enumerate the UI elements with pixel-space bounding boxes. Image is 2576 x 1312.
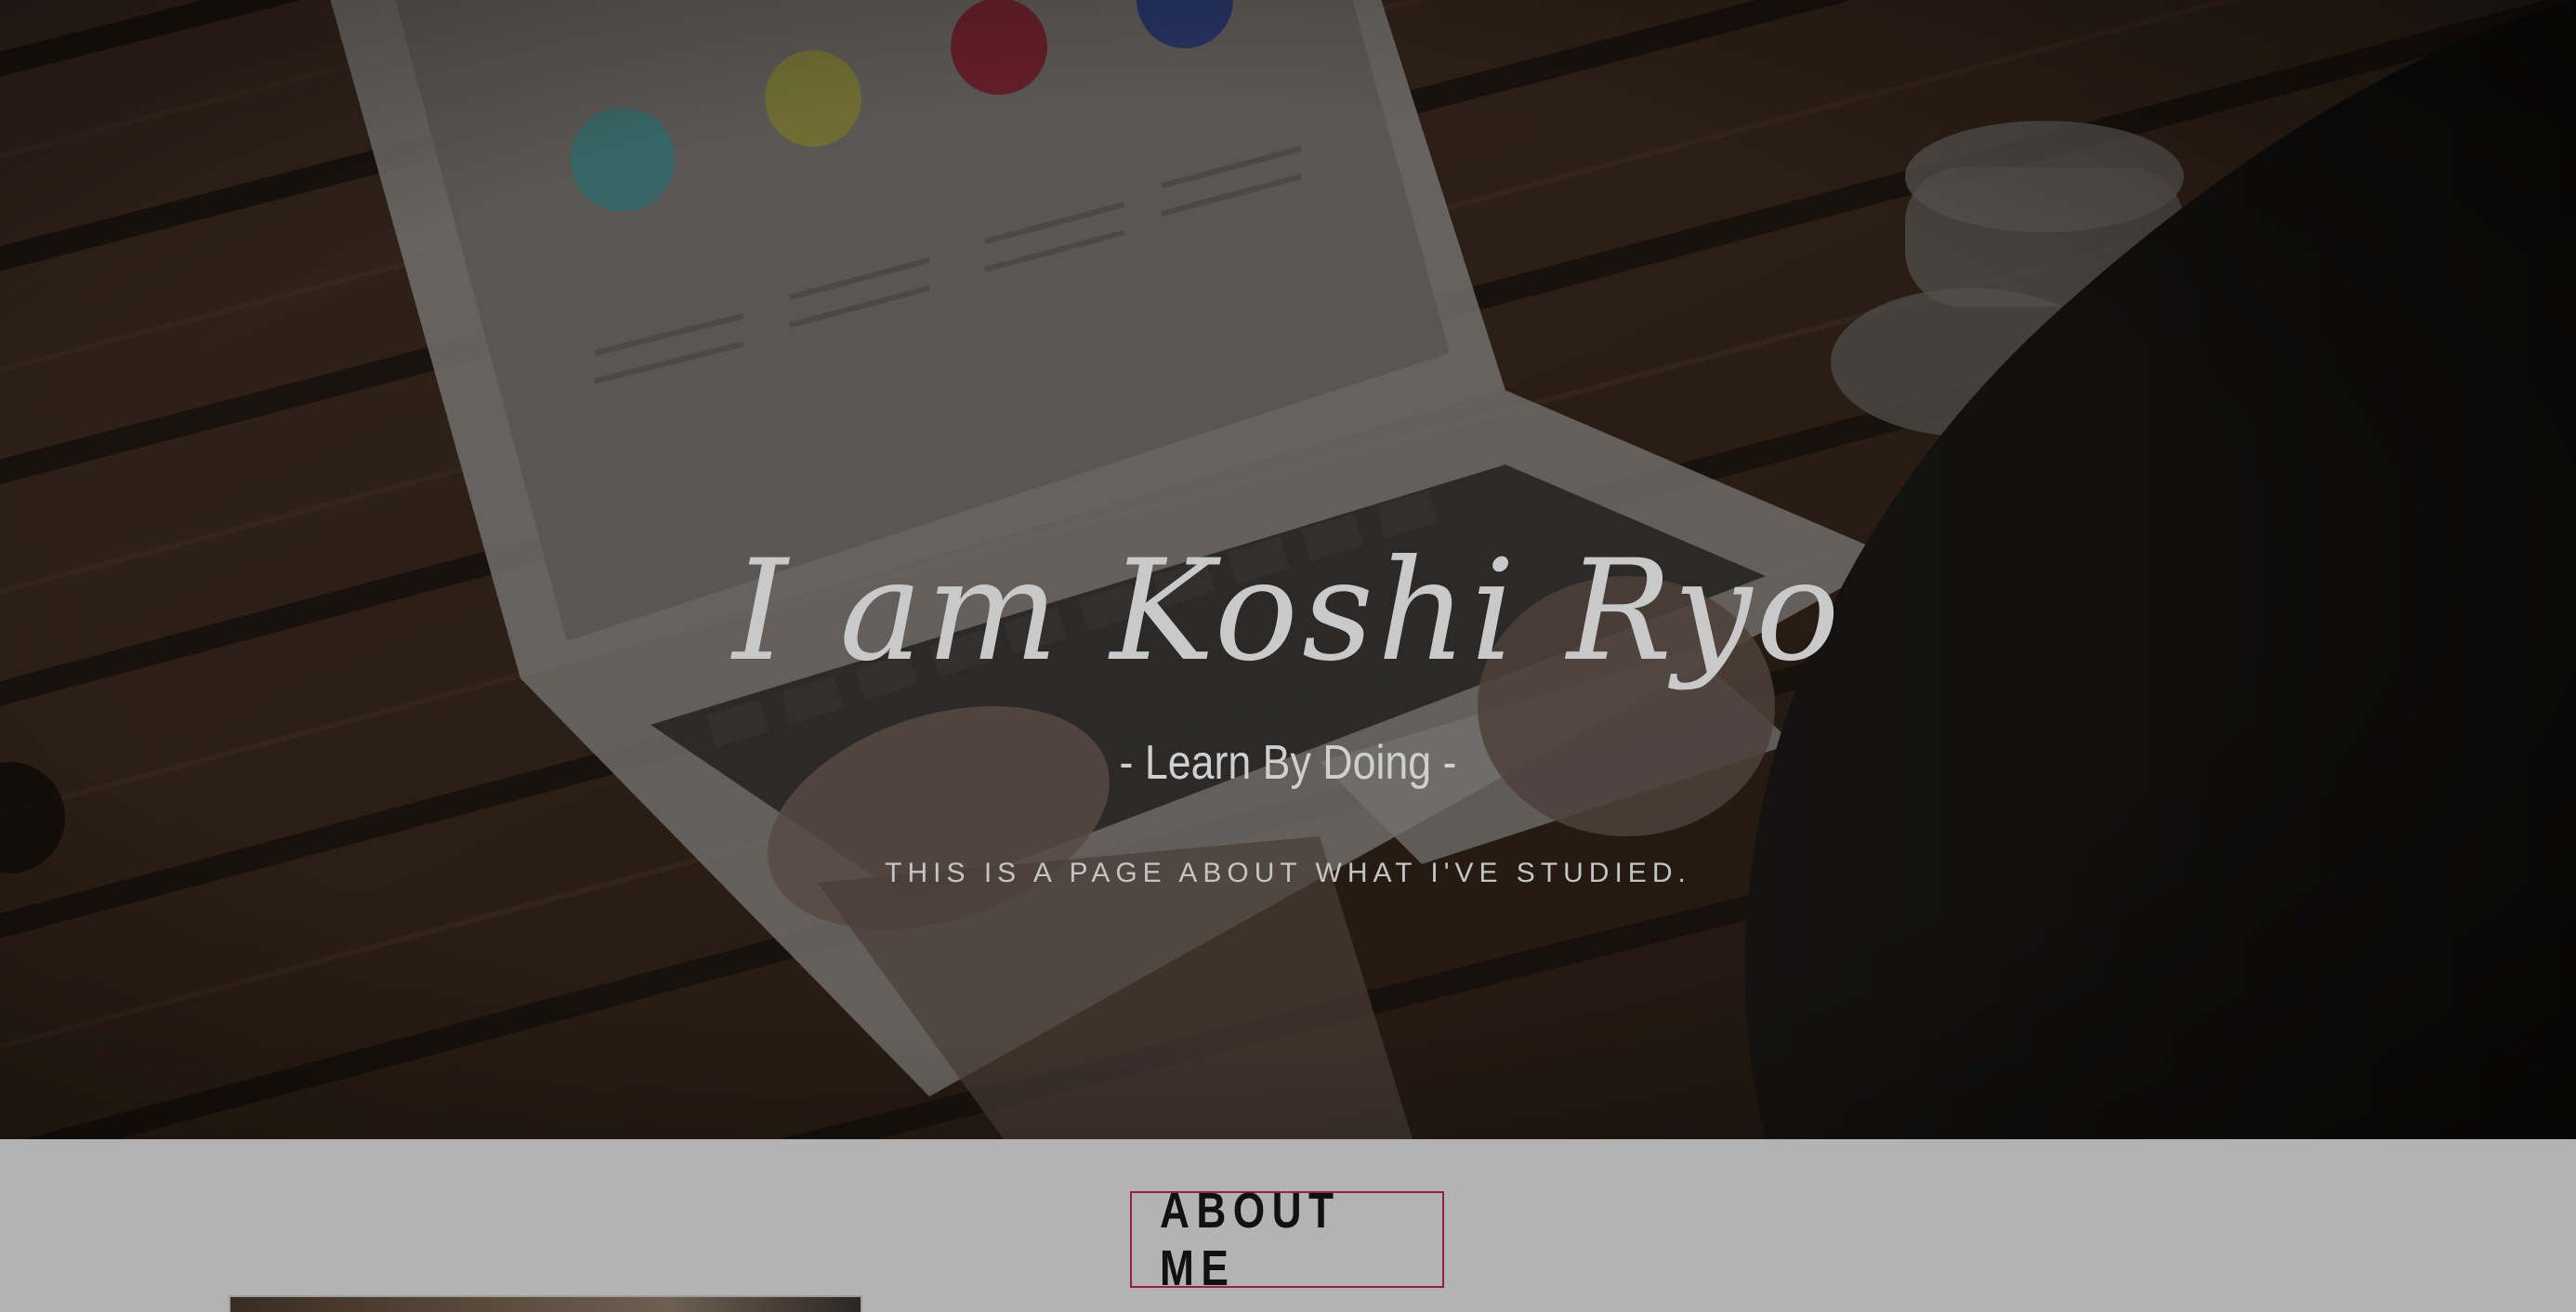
about-section: ABOUT ME (0, 1139, 2576, 1312)
about-heading: ABOUT ME (1160, 1183, 1341, 1296)
hero-section: I am Koshi Ryo - Learn By Doing - THIS I… (0, 0, 2576, 1139)
hero-subtitle: - Learn By Doing - (1119, 736, 1457, 790)
about-heading-frame: ABOUT ME (1130, 1183, 1444, 1296)
about-photo (229, 1295, 862, 1312)
page: I am Koshi Ryo - Learn By Doing - THIS I… (0, 0, 2576, 1312)
hero-tagline: THIS IS A PAGE ABOUT WHAT I'VE STUDIED. (885, 858, 1691, 888)
hero-title: I am Koshi Ryo (732, 531, 1844, 692)
